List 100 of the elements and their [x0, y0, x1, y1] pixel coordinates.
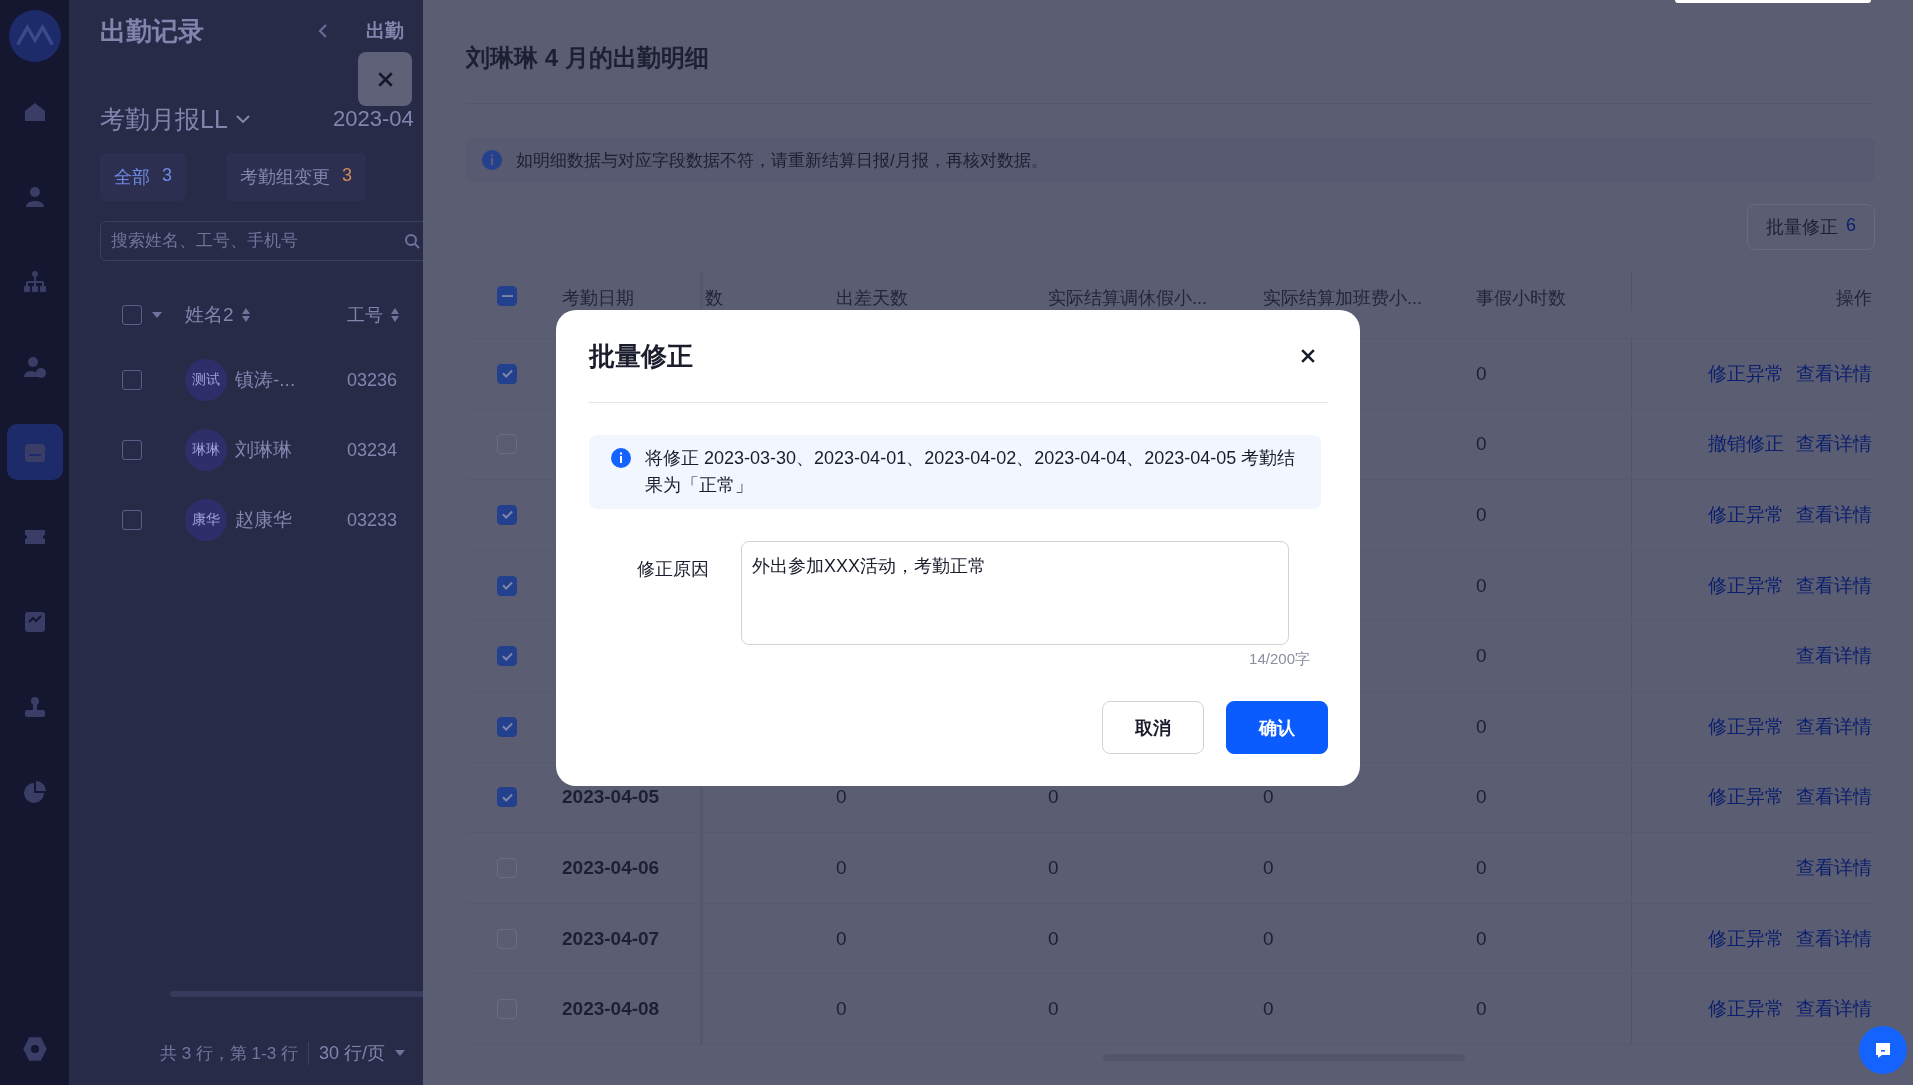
- checkbox[interactable]: [497, 363, 517, 384]
- action-link[interactable]: 查看详情: [1796, 925, 1872, 952]
- sort-icon[interactable]: [391, 308, 399, 322]
- checkmark-icon: [501, 581, 513, 591]
- checkbox[interactable]: [122, 510, 142, 530]
- column-header: 数: [705, 287, 723, 310]
- org-chart-icon: [22, 270, 47, 294]
- info-text: 将修正 2023-03-30、2023-04-01、2023-04-02、2023-04-04、2023-04-05 考勤结果为「正常」: [645, 447, 1297, 497]
- reason-field[interactable]: 外出参加XXX活动，考勤正常: [741, 541, 1289, 645]
- checkbox[interactable]: [497, 286, 517, 306]
- checkbox[interactable]: [497, 505, 517, 525]
- action-link[interactable]: 修正异常: [1708, 996, 1784, 1023]
- column-header: 工号: [347, 304, 383, 327]
- table-cell: 0: [1476, 998, 1487, 1021]
- employee-name: 刘琳琳: [235, 438, 292, 462]
- column-header: 事假小时数: [1476, 287, 1566, 310]
- avatar: 康华: [185, 499, 227, 541]
- checkmark-icon: [501, 369, 513, 379]
- checkbox[interactable]: [497, 716, 517, 737]
- action-link[interactable]: 查看详情: [1796, 502, 1872, 528]
- page-size-select[interactable]: 30 行/页: [318, 1041, 405, 1065]
- action-link[interactable]: 查看详情: [1796, 713, 1872, 740]
- table-cell: 0: [1476, 574, 1487, 597]
- action-link[interactable]: 修正异常: [1708, 713, 1784, 740]
- action-link[interactable]: 修正异常: [1708, 925, 1784, 952]
- checkbox[interactable]: [122, 440, 142, 460]
- scrollbar-thumb[interactable]: [170, 991, 423, 997]
- sidebar-item[interactable]: [6, 424, 63, 480]
- breadcrumb-link[interactable]: 出勤: [366, 18, 404, 44]
- employee-id: 03234: [347, 439, 398, 461]
- character-counter: 14/200字: [1249, 650, 1310, 669]
- filter-tab[interactable]: 全部 3: [100, 153, 186, 201]
- checkbox[interactable]: [497, 575, 517, 596]
- employee-name: 赵康华: [235, 508, 292, 532]
- date-cell: 2023-04-05: [562, 786, 660, 809]
- table-cell: 0: [1476, 927, 1487, 950]
- action-link[interactable]: 修正异常: [1708, 572, 1784, 599]
- report-select[interactable]: 考勤月报LL: [100, 102, 306, 136]
- table-cell: 0: [836, 927, 847, 950]
- chat-button[interactable]: [1859, 1026, 1907, 1074]
- sort-icon[interactable]: [241, 308, 250, 322]
- confirm-button[interactable]: 确认: [1226, 701, 1328, 754]
- action-link[interactable]: 修正异常: [1708, 784, 1784, 811]
- checkmark-icon: [501, 722, 513, 732]
- table-cell: 0: [1476, 433, 1487, 456]
- table-cell: 0: [1048, 856, 1059, 879]
- home-icon: [22, 100, 47, 124]
- stamp-icon: [22, 695, 47, 719]
- info-text: 如明细数据与对应字段数据不符，请重新结算日报/月报，再核对数据。: [516, 149, 1048, 172]
- table-cell: 0: [1476, 715, 1487, 738]
- checkbox[interactable]: [122, 305, 142, 325]
- checkbox[interactable]: [497, 646, 517, 667]
- employee-name: 镇涛-...: [235, 368, 296, 392]
- page-title: 出勤记录: [100, 14, 205, 48]
- date-cell: 2023-04-08: [562, 998, 660, 1021]
- logo-icon[interactable]: [8, 10, 61, 62]
- drawer-title: 刘琳琳 4 月的出勤明细: [466, 40, 1875, 104]
- table-cell: 0: [836, 856, 847, 879]
- action-link[interactable]: 查看详情: [1796, 996, 1872, 1023]
- date-cell: 2023-04-06: [562, 856, 660, 879]
- table-cell: 0: [1048, 998, 1059, 1021]
- action-link[interactable]: 查看详情: [1796, 784, 1872, 811]
- search-icon: [404, 233, 420, 249]
- table-cell: 0: [836, 786, 847, 809]
- checkmark-icon: [501, 651, 513, 661]
- search-field[interactable]: 搜索姓名、工号、手机号: [100, 221, 423, 261]
- table-cell: 0: [1048, 786, 1059, 809]
- action-link[interactable]: 查看详情: [1796, 360, 1872, 387]
- dash-icon: [501, 294, 513, 298]
- column-header: 实际结算加班费小...: [1263, 287, 1422, 310]
- month-picker[interactable]: 2023-04: [333, 106, 414, 132]
- action-link[interactable]: 修正异常: [1708, 360, 1784, 387]
- info-icon: [611, 448, 631, 468]
- column-header: 考勤日期: [562, 287, 634, 310]
- checkbox[interactable]: [122, 370, 142, 390]
- batch-fix-button[interactable]: 批量修正 6: [1747, 204, 1875, 250]
- action-link[interactable]: 查看详情: [1796, 854, 1872, 881]
- checkmark-icon: [501, 510, 513, 520]
- checkmark-icon: [501, 792, 513, 802]
- action-link[interactable]: 查看详情: [1796, 431, 1872, 458]
- action-link[interactable]: 查看详情: [1796, 572, 1872, 599]
- cancel-button[interactable]: 取消: [1102, 701, 1204, 754]
- employee-id: 03236: [347, 369, 398, 391]
- column-header: 姓名2: [185, 303, 234, 327]
- caret-down-icon: [235, 115, 250, 123]
- action-link[interactable]: 修正异常: [1708, 502, 1784, 528]
- chat-icon: [1873, 1040, 1893, 1060]
- table-cell: 0: [1476, 645, 1487, 668]
- dialog-title: 批量修正: [589, 339, 693, 373]
- column-header: 操作: [1836, 287, 1872, 310]
- filter-tab[interactable]: 考勤组变更 3: [226, 153, 367, 201]
- pagination-summary: 共 3 行，第 1-3 行: [160, 1041, 309, 1065]
- action-link[interactable]: 查看详情: [1796, 643, 1872, 670]
- pie-chart-icon: [22, 780, 47, 804]
- chevron-left-icon[interactable]: [318, 23, 328, 39]
- action-link[interactable]: 撤销修正: [1708, 431, 1784, 458]
- table-cell: 0: [1476, 786, 1487, 809]
- avatar: 测试: [185, 359, 227, 401]
- caret-down-icon[interactable]: [152, 312, 162, 318]
- checkbox[interactable]: [497, 787, 517, 808]
